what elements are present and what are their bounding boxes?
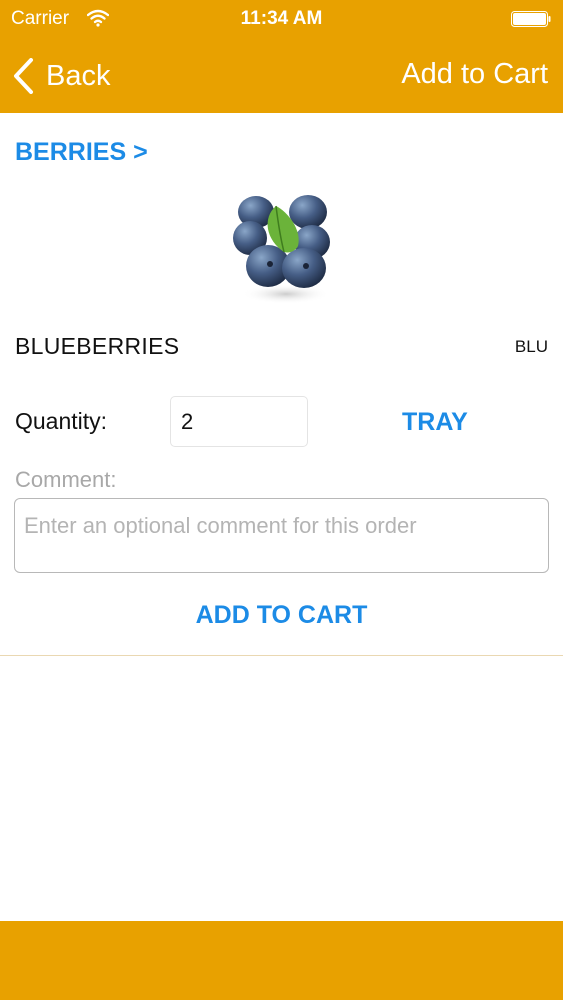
navigation-bar: Back Add to Cart	[0, 38, 563, 113]
status-time: 11:34 AM	[240, 8, 323, 29]
nav-add-to-cart-button[interactable]: Add to Cart	[401, 58, 548, 91]
product-name: BLUEBERRIES	[15, 333, 180, 359]
product-code: BLU	[514, 337, 548, 356]
chevron-left-icon	[14, 58, 33, 94]
comment-field[interactable]	[14, 498, 549, 573]
quantity-label: Quantity:	[15, 408, 108, 434]
battery-icon	[511, 11, 551, 27]
add-to-cart-button[interactable]: ADD TO CART	[0, 601, 563, 630]
quantity-input[interactable]	[170, 396, 308, 447]
top-bar: Carrier 11:34 AM Back Add to Cart	[0, 0, 563, 113]
bottom-bar	[0, 921, 563, 1000]
product-image	[233, 195, 330, 304]
unit-selector-button[interactable]: TRAY	[402, 408, 468, 437]
comment-label: Comment:	[15, 467, 117, 492]
divider	[0, 655, 563, 656]
back-label: Back	[46, 59, 111, 92]
add-to-cart-screen: Carrier 11:34 AM Back Add to Cart BERRIE…	[0, 0, 563, 1000]
status-bar: Carrier 11:34 AM	[0, 0, 563, 38]
category-link[interactable]: BERRIES >	[15, 138, 148, 167]
back-button[interactable]: Back	[12, 56, 110, 96]
